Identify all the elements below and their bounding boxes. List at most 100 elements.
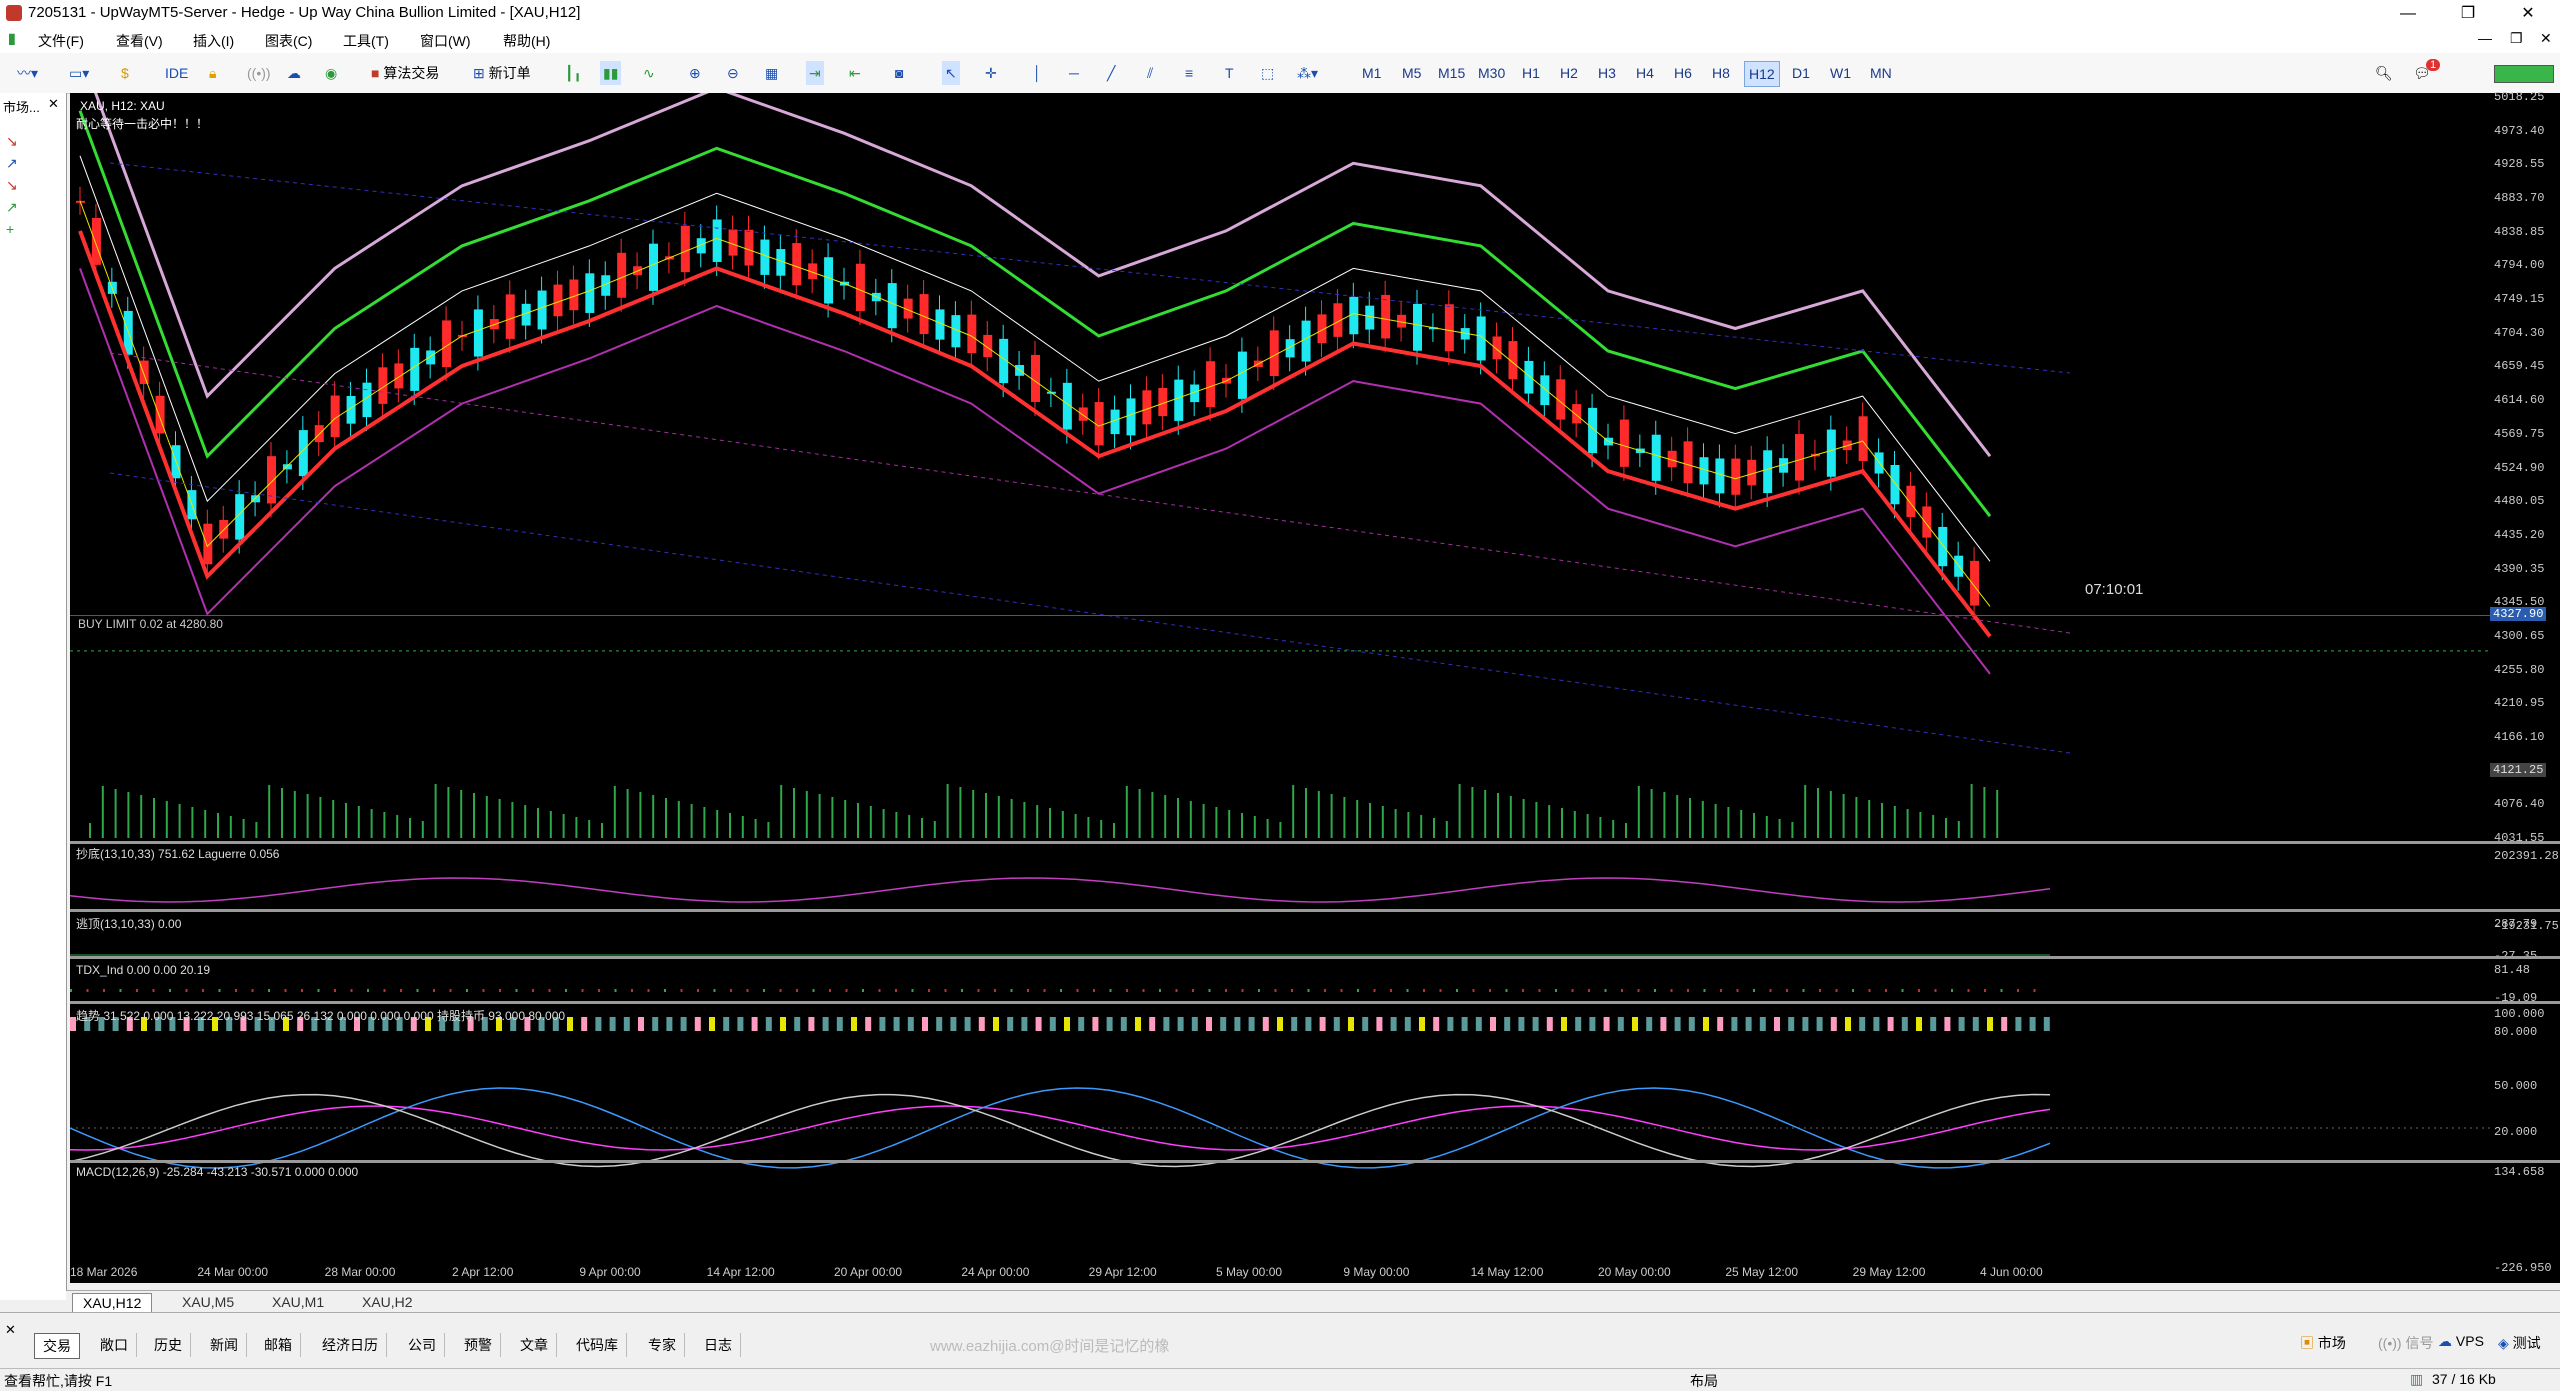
tab-history[interactable]: 历史 <box>146 1333 191 1357</box>
fibonacci-icon[interactable]: ≡ <box>1182 61 1196 85</box>
tab-journal[interactable]: 日志 <box>696 1333 741 1357</box>
add-symbol-icon[interactable]: + <box>6 221 14 237</box>
candle-body <box>1078 407 1088 421</box>
tab-company[interactable]: 公司 <box>400 1333 445 1357</box>
cloud-icon[interactable]: ☁ <box>284 61 304 85</box>
screenshot-icon[interactable]: ◙ <box>892 61 906 85</box>
restore-button[interactable]: ❐ <box>2445 0 2491 27</box>
menu-file[interactable]: 文件(F) <box>38 31 84 51</box>
tf-d1[interactable]: D1 <box>1788 61 1814 85</box>
candle-body <box>1031 354 1040 402</box>
menu-view[interactable]: 查看(V) <box>116 31 163 51</box>
tf-m15[interactable]: M15 <box>1434 61 1469 85</box>
price-tick-label: 4076.40 <box>2494 797 2545 812</box>
price-tick-label: 4210.95 <box>2494 696 2545 711</box>
tdx-dot <box>730 989 732 992</box>
tab-news[interactable]: 新闻 <box>202 1333 247 1357</box>
channel-icon[interactable]: ⫽ <box>1144 61 1156 85</box>
tf-w1[interactable]: W1 <box>1826 61 1855 85</box>
subwindow-separator[interactable] <box>70 956 2560 959</box>
signal-icon[interactable]: ((•)) <box>244 61 274 85</box>
subwindow-separator[interactable] <box>70 1160 2560 1163</box>
tf-mn[interactable]: MN <box>1866 61 1896 85</box>
menu-chart[interactable]: 图表(C) <box>265 31 312 51</box>
tdx-dot <box>878 989 881 992</box>
horizontal-line-icon[interactable]: ─ <box>1066 61 1082 85</box>
tab-alerts[interactable]: 预警 <box>456 1333 501 1357</box>
tab-mailbox[interactable]: 邮箱 <box>256 1333 301 1357</box>
price-scale[interactable]: 5018.25 4973.40 4928.55 4883.70 4838.85 4794.… <box>2490 90 2560 1283</box>
algo-trading-button[interactable]: ■ 算法交易 <box>368 61 442 85</box>
candlestick-icon[interactable]: ▮▮ <box>600 61 622 85</box>
tab-calendar[interactable]: 经济日历 <box>314 1333 387 1357</box>
dollar-icon[interactable]: $ <box>118 61 132 85</box>
chart-tab-xau-m5[interactable]: XAU,M5 <box>172 1293 244 1311</box>
indicator-scale-label: 20.000 <box>2494 1125 2538 1139</box>
subwindow-separator[interactable] <box>70 841 2560 844</box>
grid-icon[interactable]: ▦ <box>762 61 781 85</box>
crosshair-icon[interactable]: ✛ <box>982 61 1000 85</box>
tf-h12[interactable]: H12 <box>1744 61 1780 87</box>
templates-icon[interactable]: ▭▾ <box>66 61 92 85</box>
ide-button[interactable]: IDE <box>162 61 191 85</box>
sub-restore-button[interactable]: ❐ <box>2510 30 2523 47</box>
tf-m30[interactable]: M30 <box>1474 61 1509 85</box>
tab-trade[interactable]: 交易 <box>34 1333 80 1359</box>
autoscroll-icon[interactable]: ⇥ <box>806 61 824 85</box>
menu-insert[interactable]: 插入(I) <box>193 31 234 51</box>
tab-experts[interactable]: 专家 <box>640 1333 685 1357</box>
tester-link[interactable]: ◈ 测试 <box>2498 1333 2541 1353</box>
tf-h4[interactable]: H4 <box>1632 61 1658 85</box>
shapes-icon[interactable]: ⬚ <box>1258 61 1277 85</box>
subwindow-separator[interactable] <box>70 909 2560 912</box>
market-link[interactable]: ▣ 市场 <box>2300 1333 2346 1353</box>
bar-chart-icon[interactable]: ┃╻ <box>562 61 585 85</box>
toolbox-close-icon[interactable]: ✕ <box>4 1323 19 1338</box>
tf-m1[interactable]: M1 <box>1358 61 1385 85</box>
zoom-in-icon[interactable]: ⊕ <box>686 61 704 85</box>
trendline-icon[interactable]: ╱ <box>1104 61 1118 85</box>
chart-tab-xau-m1[interactable]: XAU,M1 <box>262 1293 334 1311</box>
panel-close-icon[interactable]: ✕ <box>48 96 59 112</box>
tdx-dot <box>1027 989 1029 992</box>
tf-h3[interactable]: H3 <box>1594 61 1620 85</box>
close-button[interactable]: ✕ <box>2505 0 2551 27</box>
chart-shift-icon[interactable]: ⇤ <box>846 61 864 85</box>
tab-codebase[interactable]: 代码库 <box>568 1333 627 1357</box>
sub-minimize-button[interactable]: — <box>2478 30 2492 46</box>
lock-icon[interactable]: 🔒︎ <box>206 61 219 85</box>
trend-bar <box>1362 1017 1369 1031</box>
line-chart-icon[interactable]: 〰▾ <box>14 61 41 85</box>
chart-tab-xau-h12[interactable]: XAU,H12 <box>72 1293 153 1312</box>
line-icon[interactable]: ∿ <box>640 61 658 85</box>
objects-icon[interactable]: ⁂▾ <box>1294 61 1321 85</box>
tdx-dot <box>1786 989 1788 992</box>
tdx-dot <box>1258 989 1260 992</box>
search-icon[interactable]: 🔍︎ <box>2372 61 2396 85</box>
chart-tab-xau-h2[interactable]: XAU,H2 <box>352 1293 423 1311</box>
cursor-icon[interactable]: ↖ <box>942 61 960 85</box>
sub-close-button[interactable]: ✕ <box>2540 30 2552 47</box>
menu-window[interactable]: 窗口(W) <box>420 31 471 51</box>
subwindow-separator[interactable] <box>70 1001 2560 1004</box>
chart-canvas[interactable]: 18 Mar 2026 24 Mar 00:00 28 Mar 00:00 2 Apr… <box>70 93 2490 1283</box>
tab-exposure[interactable]: 敞口 <box>92 1333 137 1357</box>
minimize-button[interactable]: — <box>2385 0 2431 27</box>
globe-icon[interactable]: ◉ <box>322 61 340 85</box>
tab-articles[interactable]: 文章 <box>512 1333 557 1357</box>
tdx-dot <box>697 989 699 992</box>
tf-h2[interactable]: H2 <box>1556 61 1582 85</box>
tf-h1[interactable]: H1 <box>1518 61 1544 85</box>
date-tick-label: 28 Mar 00:00 <box>325 1265 396 1279</box>
new-order-button[interactable]: ⊞ 新订单 <box>470 61 534 85</box>
vps-link[interactable]: ☁ VPS <box>2438 1333 2484 1350</box>
text-icon[interactable]: T <box>1222 61 1237 85</box>
tf-m5[interactable]: M5 <box>1398 61 1425 85</box>
vertical-line-icon[interactable]: │ <box>1030 61 1045 85</box>
menu-tools[interactable]: 工具(T) <box>343 31 389 51</box>
zoom-out-icon[interactable]: ⊖ <box>724 61 742 85</box>
tf-h8[interactable]: H8 <box>1708 61 1734 85</box>
signals-link[interactable]: ((•)) 信号 <box>2378 1333 2433 1353</box>
menu-help[interactable]: 帮助(H) <box>503 31 550 51</box>
tf-h6[interactable]: H6 <box>1670 61 1696 85</box>
